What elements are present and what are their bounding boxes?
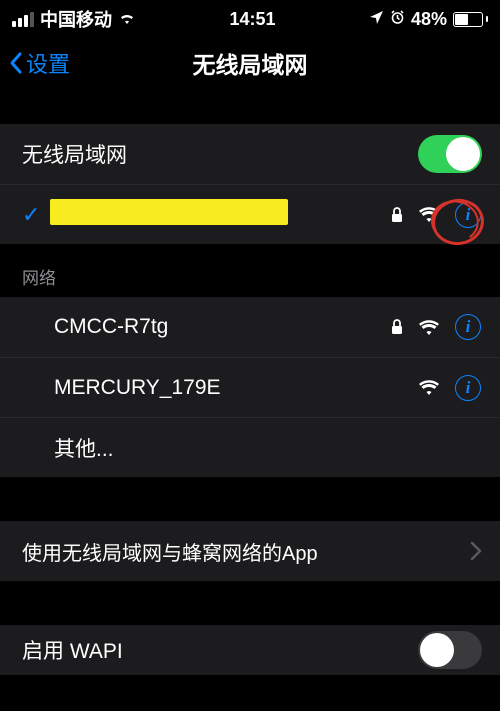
network-row[interactable]: MERCURY_179E i — [0, 357, 500, 417]
other-label: 其他... — [54, 433, 482, 463]
connected-network-name — [54, 199, 390, 231]
wifi-toggle-row: 无线局域网 — [0, 124, 500, 184]
lock-icon — [390, 206, 404, 224]
signal-icon — [12, 12, 34, 27]
networks-header: 网络 — [0, 244, 500, 297]
network-name: MERCURY_179E — [54, 376, 418, 400]
status-right: 48% — [369, 9, 488, 30]
battery-icon — [453, 12, 488, 27]
info-button[interactable]: i — [454, 313, 482, 341]
wifi-status-icon — [118, 9, 136, 30]
nav-bar: 设置 无线局域网 — [0, 36, 500, 90]
page-title: 无线局域网 — [193, 46, 308, 80]
carrier-label: 中国移动 — [40, 6, 112, 32]
wifi-icon — [418, 319, 440, 336]
wifi-toggle-label: 无线局域网 — [22, 139, 418, 169]
lock-icon — [390, 318, 404, 336]
network-row[interactable]: CMCC-R7tg i — [0, 297, 500, 357]
location-icon — [369, 9, 384, 30]
checkmark-icon: ✓ — [22, 202, 40, 228]
apps-group: 使用无线局域网与蜂窝网络的App — [0, 521, 500, 581]
back-button[interactable]: 设置 — [8, 47, 70, 79]
wifi-icon — [418, 206, 440, 223]
status-bar: 中国移动 14:51 48% — [0, 0, 500, 36]
connected-network-row[interactable]: ✓ i — [0, 184, 500, 244]
chevron-left-icon — [8, 51, 24, 75]
wifi-toggle[interactable] — [418, 135, 482, 173]
networks-group: CMCC-R7tg i MERCURY_179E i 其他... — [0, 297, 500, 477]
wapi-toggle[interactable] — [418, 631, 482, 669]
apps-label: 使用无线局域网与蜂窝网络的App — [22, 537, 470, 566]
alarm-icon — [390, 9, 405, 30]
wifi-main-group: 无线局域网 ✓ i — [0, 124, 500, 244]
wifi-icon — [418, 379, 440, 396]
wapi-group: 启用 WAPI — [0, 625, 500, 675]
battery-pct: 48% — [411, 9, 447, 30]
back-label: 设置 — [26, 47, 70, 79]
clock: 14:51 — [229, 9, 275, 30]
wapi-label: 启用 WAPI — [22, 635, 418, 665]
info-button[interactable]: i — [454, 201, 482, 229]
redacted-name — [54, 199, 284, 225]
info-button[interactable]: i — [454, 374, 482, 402]
network-name: CMCC-R7tg — [54, 315, 390, 339]
wapi-row: 启用 WAPI — [0, 625, 500, 675]
other-network-row[interactable]: 其他... — [0, 417, 500, 477]
chevron-right-icon — [470, 541, 482, 561]
apps-using-wifi-row[interactable]: 使用无线局域网与蜂窝网络的App — [0, 521, 500, 581]
status-left: 中国移动 — [12, 6, 136, 32]
